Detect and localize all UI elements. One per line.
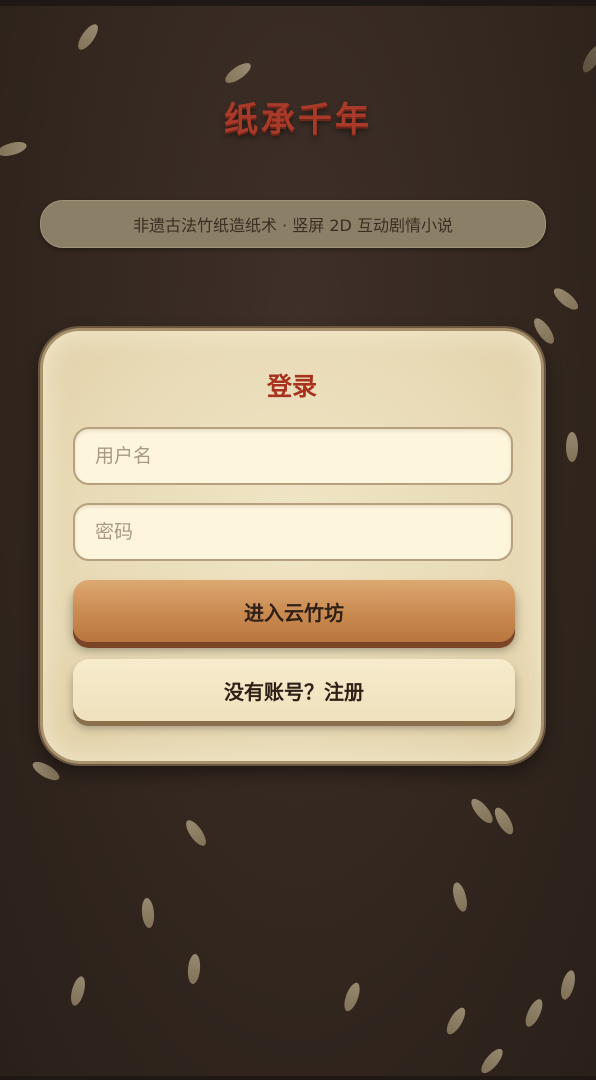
bamboo-leaf-icon — [30, 758, 62, 784]
bamboo-leaf-icon — [74, 21, 102, 53]
bamboo-leaf-icon — [222, 59, 254, 87]
bamboo-leaf-icon — [558, 968, 578, 1002]
login-card: 登录 进入云竹坊 没有账号？注册 — [40, 328, 544, 764]
bamboo-leaf-icon — [450, 880, 470, 914]
bamboo-leaf-icon — [140, 897, 156, 929]
bamboo-leaf-icon — [579, 43, 596, 75]
subtitle-banner: 非遗古法竹纸造纸术 · 竖屏 2D 互动剧情小说 — [40, 200, 546, 248]
bamboo-leaf-icon — [68, 974, 88, 1008]
register-button[interactable]: 没有账号？注册 — [73, 659, 515, 721]
bamboo-leaf-icon — [467, 795, 497, 827]
subtitle-text: 非遗古法竹纸造纸术 · 竖屏 2D 互动剧情小说 — [133, 216, 453, 235]
bamboo-leaf-icon — [477, 1045, 507, 1077]
bamboo-leaf-icon — [566, 432, 578, 462]
bamboo-leaf-icon — [186, 953, 202, 985]
enter-button[interactable]: 进入云竹坊 — [73, 580, 515, 642]
bamboo-leaf-icon — [550, 284, 582, 314]
bottom-strip — [0, 1076, 596, 1080]
password-input[interactable] — [73, 503, 513, 561]
bamboo-leaf-icon — [443, 1005, 469, 1037]
bamboo-leaf-icon — [182, 817, 210, 849]
app-title: 纸承千年 — [224, 100, 372, 140]
username-input[interactable] — [73, 427, 513, 485]
bamboo-leaf-icon — [341, 980, 363, 1014]
bamboo-leaf-icon — [522, 996, 546, 1030]
bamboo-leaf-icon — [491, 805, 517, 837]
register-button-label: 没有账号？注册 — [224, 679, 364, 704]
bamboo-leaf-icon — [0, 139, 29, 159]
enter-button-label: 进入云竹坊 — [244, 600, 344, 625]
login-title: 登录 — [266, 372, 317, 401]
top-status-strip — [0, 0, 596, 6]
